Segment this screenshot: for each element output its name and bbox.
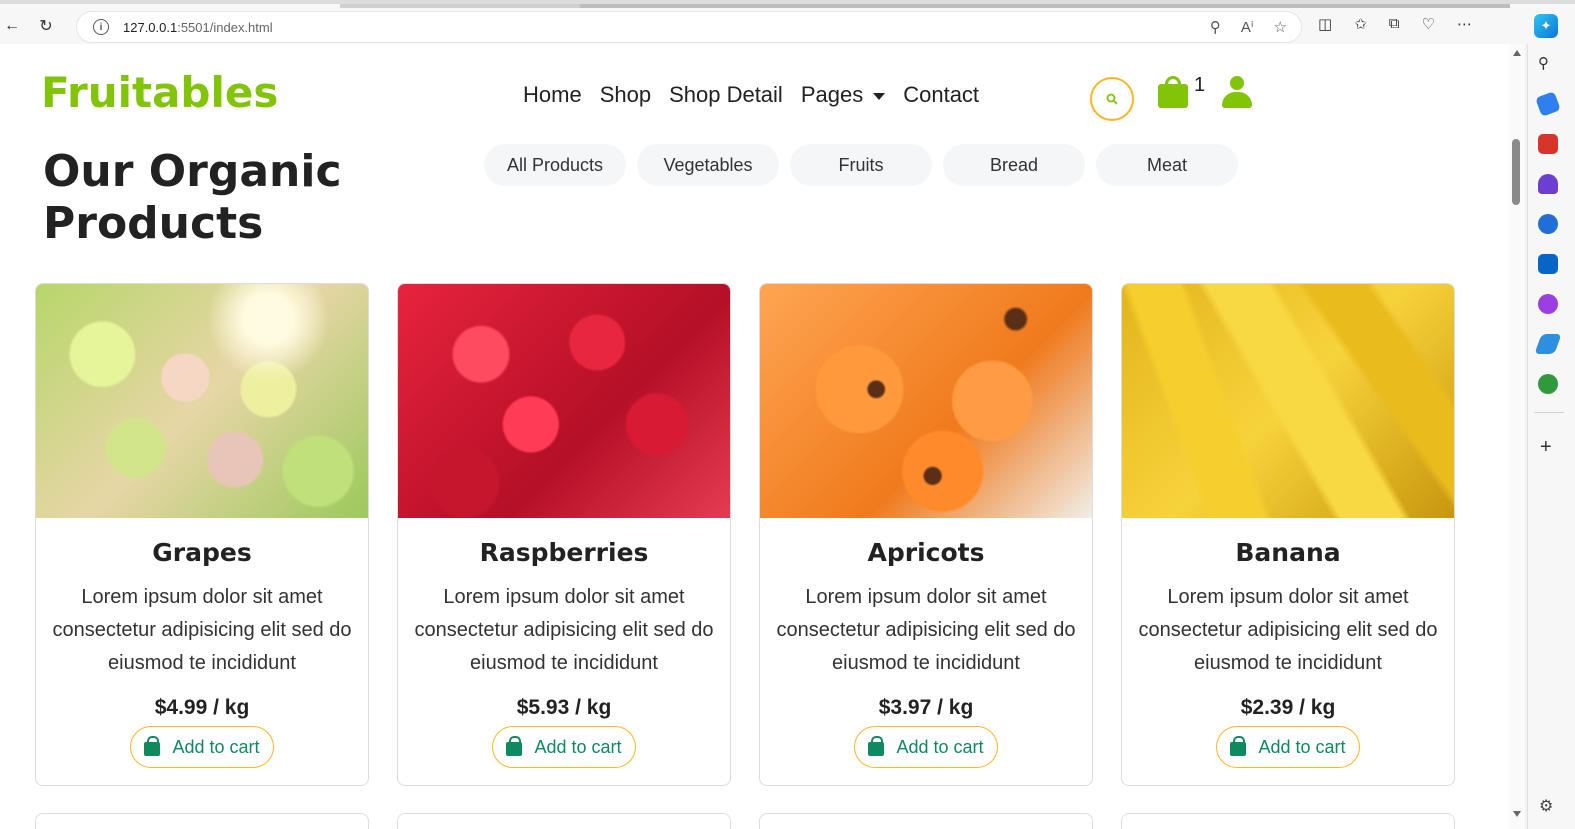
page-scrollbar[interactable] [1509,44,1525,829]
cart-count: 1 [1194,74,1206,96]
shopping-tag-icon[interactable] [1535,91,1561,117]
more-icon[interactable]: ⋯ [1457,15,1472,33]
product-card-peek[interactable] [759,813,1093,829]
add-to-cart-button[interactable]: Add to cart [130,726,274,768]
filter-fruits[interactable]: Fruits [790,144,932,186]
sidebar-search-icon[interactable]: ⚲ [1538,54,1558,74]
tools-icon[interactable] [1538,134,1558,154]
split-screen-icon[interactable]: ◫ [1318,15,1332,33]
product-card: Apricots Lorem ipsum dolor sit amet cons… [759,283,1093,786]
add-to-cart-button[interactable]: Add to cart [854,726,998,768]
outlook-icon[interactable] [1538,254,1558,274]
add-to-cart-label: Add to cart [172,736,260,757]
browser-toolbar: ← ↻ i 127.0.0.1:5501/index.html ⚲ Aⁱ ☆ ◫… [0,0,1575,44]
cart-icon [1158,84,1188,108]
nav-home[interactable]: Home [523,82,582,108]
product-description: Lorem ipsum dolor sit amet consectetur a… [52,586,352,674]
product-image-grapes[interactable] [36,284,368,518]
url-host: 127.0.0.1 [123,19,178,35]
product-image-apricots[interactable] [760,284,1092,518]
product-card-peek[interactable] [1121,813,1455,829]
product-price: $5.93 / kg [516,696,612,719]
product-card: Banana Lorem ipsum dolor sit amet consec… [1121,283,1455,786]
search-button[interactable] [1090,77,1134,121]
shopping-bag-icon [868,736,885,756]
copilot-icon[interactable]: ✦ [1534,14,1558,38]
tree-icon[interactable] [1538,374,1558,394]
url-path: :5501/index.html [177,19,273,35]
zoom-icon[interactable]: ⚲ [1210,18,1221,36]
shopping-bag-icon [506,736,523,756]
product-description: Lorem ipsum dolor sit amet consectetur a… [776,586,1076,674]
search-icon [1106,93,1118,105]
product-price: $4.99 / kg [154,696,250,719]
address-url[interactable]: 127.0.0.1:5501/index.html [123,20,273,35]
filter-bread[interactable]: Bread [943,144,1085,186]
designer-icon[interactable] [1538,294,1558,314]
scroll-up-icon[interactable] [1513,50,1521,56]
tab-strip [340,4,580,8]
send-icon[interactable] [1534,334,1562,354]
product-name[interactable]: Banana [1122,538,1454,567]
product-price: $2.39 / kg [1240,696,1336,719]
nav-shop[interactable]: Shop [600,82,651,108]
main-nav: Home Shop Shop Detail Pages Contact [523,82,979,108]
microsoft-365-icon[interactable] [1538,214,1558,234]
product-card: Raspberries Lorem ipsum dolor sit amet c… [397,283,731,786]
shopping-bag-icon [1230,736,1247,756]
browser-sidebar: ⚲ + ⚙ [1527,44,1575,829]
nav-pages-label: Pages [800,82,864,107]
add-to-cart-label: Add to cart [896,736,984,757]
shopping-bag-icon [144,736,161,756]
chevron-down-icon [873,92,886,100]
games-icon[interactable] [1538,174,1558,194]
address-bar[interactable]: i 127.0.0.1:5501/index.html ⚲ Aⁱ ☆ [76,11,1302,43]
next-product-row [35,813,1455,829]
add-icon[interactable]: + [1540,436,1552,459]
product-image-banana[interactable] [1122,284,1454,518]
add-to-cart-button[interactable]: Add to cart [492,726,636,768]
product-grid: Grapes Lorem ipsum dolor sit amet consec… [35,283,1455,786]
read-aloud-icon[interactable]: Aⁱ [1241,18,1254,36]
tab-strip-active [580,4,1510,8]
category-filters: All Products Vegetables Fruits Bread Mea… [484,144,1238,186]
gear-icon[interactable]: ⚙ [1539,796,1553,816]
site-info-icon[interactable]: i [93,19,109,35]
product-card-peek[interactable] [35,813,369,829]
scroll-down-icon[interactable] [1513,811,1521,817]
scroll-thumb[interactable] [1512,139,1520,205]
product-card-peek[interactable] [397,813,731,829]
nav-shop-detail[interactable]: Shop Detail [669,82,783,108]
user-icon[interactable] [1222,76,1252,110]
add-to-cart-label: Add to cart [1258,736,1346,757]
user-head-shape [1230,76,1244,90]
section-title: Our Organic Products [43,146,342,249]
product-description: Lorem ipsum dolor sit amet consectetur a… [414,586,714,674]
cart-button[interactable]: 1 [1158,74,1208,114]
filter-all-products[interactable]: All Products [484,144,626,186]
product-description: Lorem ipsum dolor sit amet consectetur a… [1138,586,1438,674]
page-viewport: Fruitables Home Shop Shop Detail Pages C… [0,44,1509,829]
collections-icon[interactable]: ⧉ [1389,15,1400,33]
add-to-cart-button[interactable]: Add to cart [1216,726,1360,768]
add-to-cart-label: Add to cart [534,736,622,757]
browser-essentials-icon[interactable]: ♡ [1421,15,1434,33]
sidebar-divider [1534,412,1564,413]
refresh-icon[interactable]: ↻ [34,14,58,38]
product-name[interactable]: Raspberries [398,538,730,567]
product-image-raspberries[interactable] [398,284,730,518]
product-card: Grapes Lorem ipsum dolor sit amet consec… [35,283,369,786]
product-name[interactable]: Apricots [760,538,1092,567]
product-price: $3.97 / kg [878,696,974,719]
filter-meat[interactable]: Meat [1096,144,1238,186]
favorites-icon[interactable]: ✩ [1354,15,1367,33]
product-name[interactable]: Grapes [36,538,368,567]
nav-contact[interactable]: Contact [903,82,979,108]
user-body-shape [1222,92,1252,108]
filter-vegetables[interactable]: Vegetables [637,144,779,186]
favorite-icon[interactable]: ☆ [1274,18,1287,36]
back-icon[interactable]: ← [0,14,24,38]
nav-pages[interactable]: Pages [800,82,886,108]
brand-logo[interactable]: Fruitables [41,68,278,117]
